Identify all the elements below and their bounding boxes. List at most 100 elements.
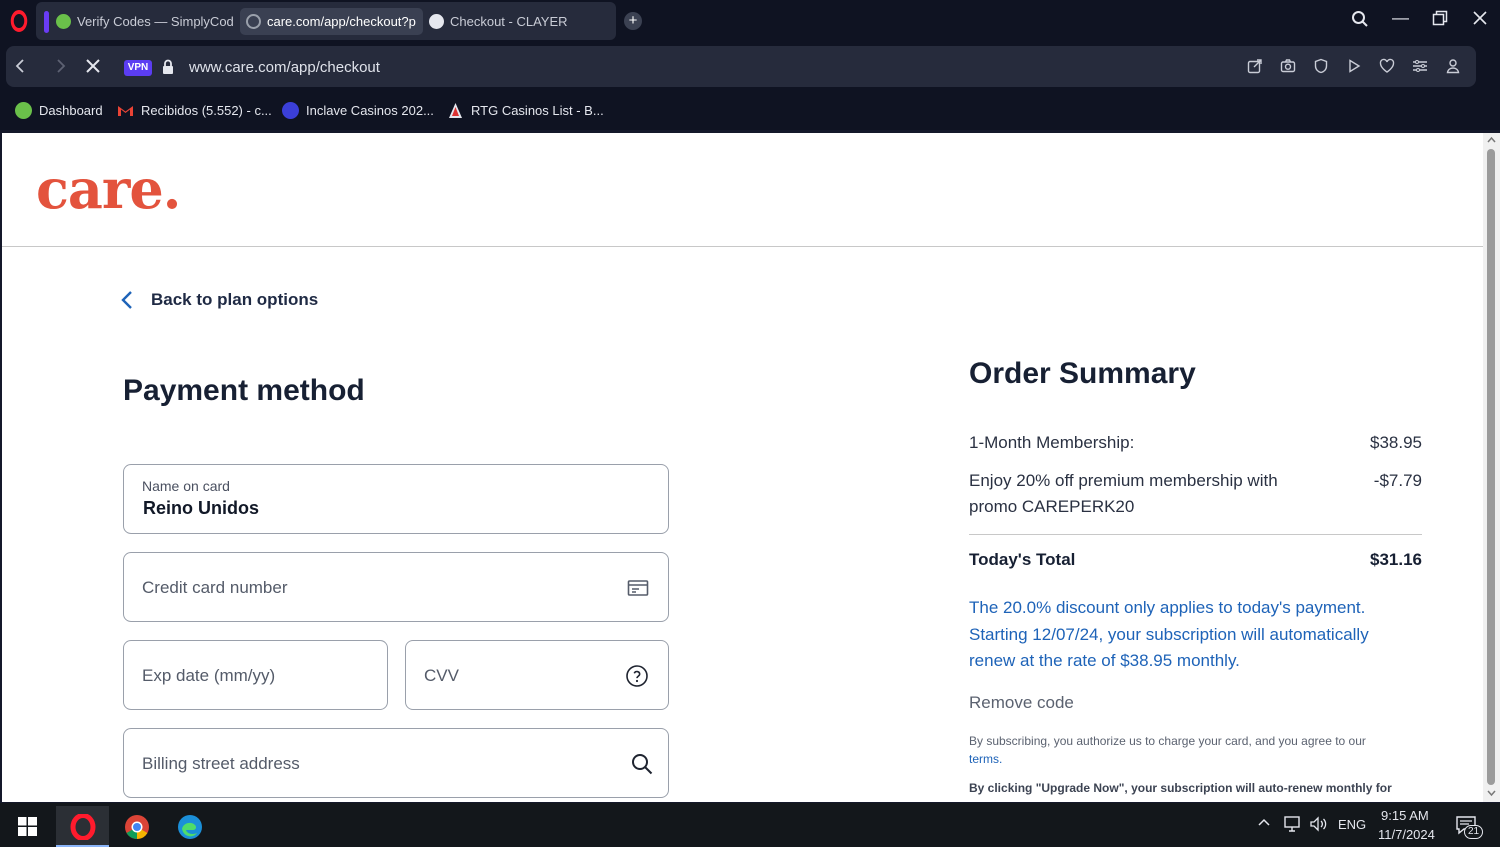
promo-line-1: Enjoy 20% off premium membership with [969,471,1278,490]
notification-count: 21 [1464,825,1484,839]
scroll-thumb[interactable] [1487,149,1495,785]
payment-method-title: Payment method [123,374,365,407]
tab-clayer-checkout[interactable]: Checkout - CLAYER [429,8,609,35]
profile-icon[interactable] [1444,58,1462,76]
show-hidden-icons-chevron-icon[interactable] [1257,815,1271,832]
total-amount: $31.16 [1370,550,1422,569]
forward-nav-button[interactable] [55,57,67,80]
stop-loading-button[interactable] [85,57,101,80]
promo-row: Enjoy 20% off premium membership with pr… [969,468,1422,520]
page-scrollbar[interactable] [1483,133,1500,802]
bookmark-label: Recibidos (5.552) - c... [141,103,272,118]
bookmark-dashboard[interactable]: Dashboard [15,102,103,119]
legal-sentence: By subscribing, you authorize us to char… [969,734,1366,748]
play-icon[interactable] [1345,58,1363,76]
scroll-down-icon[interactable] [1487,789,1496,797]
total-label: Today's Total [969,550,1076,569]
tab-care-checkout[interactable]: care.com/app/checkout?p [240,8,423,35]
chrome-icon [125,815,149,839]
membership-row: 1-Month Membership: $38.95 [969,430,1422,456]
taskbar-chrome-button[interactable] [111,806,164,847]
edge-icon [178,815,202,839]
scroll-up-icon[interactable] [1487,136,1496,144]
web-page: care. Back to plan options Payment metho… [2,133,1483,802]
taskbar-opera-button[interactable] [56,806,109,847]
tab-label: Checkout - CLAYER [450,14,568,29]
bookmark-inclave[interactable]: Inclave Casinos 202... [282,102,434,119]
back-nav-button[interactable] [14,57,26,80]
notification-icon[interactable]: 21 [1455,815,1484,839]
credit-card-placeholder: Credit card number [142,578,288,597]
simplycodes-favicon-icon [15,102,32,119]
globe-icon [429,14,444,29]
url-text[interactable]: www.care.com/app/checkout [189,59,380,76]
name-on-card-field[interactable]: Name on card Reino Unidos [123,464,669,534]
promo-amount: -$7.79 [1373,471,1422,490]
terms-link[interactable]: terms. [969,752,1002,766]
remove-code-link[interactable]: Remove code [969,693,1074,713]
billing-address-placeholder: Billing street address [142,754,300,773]
tab-label: Verify Codes — SimplyCodes [77,14,234,29]
bookmark-rtg-casinos[interactable]: RTG Casinos List - B... [447,102,604,119]
bookmark-gmail[interactable]: Recibidos (5.552) - c... [117,102,272,119]
gmail-icon [117,102,134,119]
name-on-card-label: Name on card [142,478,230,494]
tab-label: care.com/app/checkout?p [267,14,416,29]
network-icon[interactable] [1282,816,1302,835]
help-circle-icon[interactable] [625,664,649,688]
bookmark-label: RTG Casinos List - B... [471,103,604,118]
heart-icon[interactable] [1378,58,1396,76]
restore-button[interactable] [1432,10,1448,31]
simplycodes-favicon-icon [56,14,71,29]
opera-logo-icon[interactable] [10,10,28,32]
exp-date-placeholder: Exp date (mm/yy) [142,666,276,685]
auto-renew-notice: By clicking "Upgrade Now", your subscrip… [969,781,1392,795]
name-on-card-value: Reino Unidos [143,498,259,518]
back-to-plan-options-link[interactable]: Back to plan options [120,289,318,311]
bookmark-label: Inclave Casinos 202... [306,103,434,118]
order-summary-title: Order Summary [969,357,1196,390]
tab-verify-codes[interactable]: Verify Codes — SimplyCodes [56,8,234,35]
bookmarks-bar: Dashboard Recibidos (5.552) - c... Incla… [0,90,1500,130]
volume-icon[interactable] [1309,816,1329,835]
credit-card-number-field[interactable]: Credit card number [123,552,669,622]
language-indicator[interactable]: ENG [1338,817,1366,832]
rtg-favicon-icon [447,102,464,119]
workspace-indicator [44,11,49,33]
site-header: care. [2,133,1483,247]
summary-divider [969,534,1422,535]
clock-date[interactable]: 11/7/2024 [1378,827,1435,842]
credit-card-icon [626,576,650,600]
exp-date-field[interactable]: Exp date (mm/yy) [123,640,388,710]
loading-spinner-icon [246,14,261,29]
lock-icon[interactable] [162,59,174,75]
opera-icon [70,814,96,840]
discount-note: The 20.0% discount only applies to today… [969,598,1369,670]
cvv-placeholder: CVV [424,666,459,685]
vpn-badge[interactable]: VPN [124,60,152,76]
care-logo[interactable]: care. [36,157,181,221]
adblock-shield-icon[interactable] [1312,58,1330,76]
promo-line-2: promo CAREPERK20 [969,497,1135,516]
browser-tab-bar: Verify Codes — SimplyCodes care.com/app/… [0,0,1500,44]
search-tabs-icon[interactable] [1351,10,1369,33]
taskbar-edge-button[interactable] [164,806,217,847]
billing-address-field[interactable]: Billing street address [123,728,669,798]
new-tab-button[interactable]: + [624,12,642,30]
total-row: Today's Total $31.16 [969,547,1422,573]
close-window-button[interactable] [1472,10,1488,31]
windows-taskbar: ENG 9:15 AM 11/7/2024 21 [0,803,1500,847]
membership-amount: $38.95 [1370,433,1422,452]
membership-label: 1-Month Membership: [969,433,1135,452]
inclave-favicon-icon [282,102,299,119]
clock-time[interactable]: 9:15 AM [1381,808,1429,823]
share-icon[interactable] [1246,58,1264,76]
camera-icon[interactable] [1279,58,1297,76]
minimize-button[interactable]: — [1392,8,1409,28]
windows-start-icon[interactable] [18,817,37,841]
browser-address-bar: VPN www.care.com/app/checkout [0,44,1500,125]
cvv-field[interactable]: CVV [405,640,669,710]
back-link-label: Back to plan options [151,290,319,309]
easy-setup-icon[interactable] [1411,58,1429,76]
search-icon [630,752,654,776]
